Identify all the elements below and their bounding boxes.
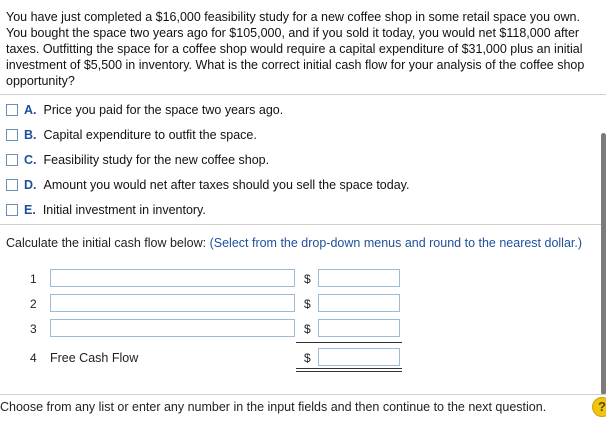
instructions-note: (Select from the drop-down menus and rou…: [209, 236, 583, 250]
option-letter: A.: [24, 102, 37, 117]
option-letter: E.: [24, 202, 36, 217]
checkbox[interactable]: [6, 178, 18, 191]
item-dropdown[interactable]: [50, 294, 295, 312]
item-dropdown[interactable]: [50, 269, 295, 287]
checkbox[interactable]: [6, 103, 18, 116]
footer-instructions: Choose from any list or enter any number…: [0, 400, 547, 414]
row-number: 2: [30, 297, 37, 311]
divider: [0, 394, 606, 395]
double-rule-top: [296, 368, 402, 369]
currency-symbol: $: [304, 351, 311, 365]
currency-symbol: $: [304, 297, 311, 311]
amount-input[interactable]: [318, 269, 400, 287]
scrollbar[interactable]: [601, 133, 606, 395]
cash-flow-row: 3 $: [0, 319, 606, 339]
instructions: Calculate the initial cash flow below: (…: [6, 235, 596, 251]
cash-flow-row: 1 $: [0, 269, 606, 289]
option-d[interactable]: D. Amount you would net after taxes shou…: [0, 172, 606, 197]
row-number: 4: [30, 351, 37, 365]
row-number: 3: [30, 322, 37, 336]
instructions-lead: Calculate the initial cash flow below:: [6, 236, 207, 250]
amount-input[interactable]: [318, 294, 400, 312]
checkbox[interactable]: [6, 203, 18, 216]
double-rule-bottom: [296, 371, 402, 372]
option-label: Initial investment in inventory.: [42, 202, 206, 217]
amount-input[interactable]: [318, 319, 400, 337]
free-cash-flow-label: Free Cash Flow: [50, 351, 139, 365]
total-rule: [296, 342, 402, 343]
checkbox[interactable]: [6, 128, 18, 141]
item-dropdown[interactable]: [50, 319, 295, 337]
option-letter: C.: [24, 152, 37, 167]
option-label: Price you paid for the space two years a…: [43, 102, 284, 117]
option-letter: D.: [24, 177, 37, 192]
divider: [0, 94, 606, 95]
currency-symbol: $: [304, 272, 311, 286]
option-e[interactable]: E. Initial investment in inventory.: [0, 197, 606, 222]
answer-options: A. Price you paid for the space two year…: [0, 97, 606, 222]
option-label: Feasibility study for the new coffee sho…: [43, 152, 270, 167]
option-letter: B.: [24, 127, 37, 142]
question-text: You have just completed a $16,000 feasib…: [6, 10, 585, 88]
checkbox[interactable]: [6, 153, 18, 166]
option-b[interactable]: B. Capital expenditure to outfit the spa…: [0, 122, 606, 147]
row-number: 1: [30, 272, 37, 286]
currency-symbol: $: [304, 322, 311, 336]
help-icon[interactable]: ?: [592, 397, 606, 417]
cash-flow-row: 2 $: [0, 294, 606, 314]
option-a[interactable]: A. Price you paid for the space two year…: [0, 97, 606, 122]
total-amount-input[interactable]: [318, 348, 400, 366]
divider: [0, 224, 606, 225]
option-c[interactable]: C. Feasibility study for the new coffee …: [0, 147, 606, 172]
option-label: Amount you would net after taxes should …: [43, 177, 410, 192]
option-label: Capital expenditure to outfit the space.: [43, 127, 257, 142]
free-cash-flow-row: 4 Free Cash Flow $: [0, 348, 606, 368]
